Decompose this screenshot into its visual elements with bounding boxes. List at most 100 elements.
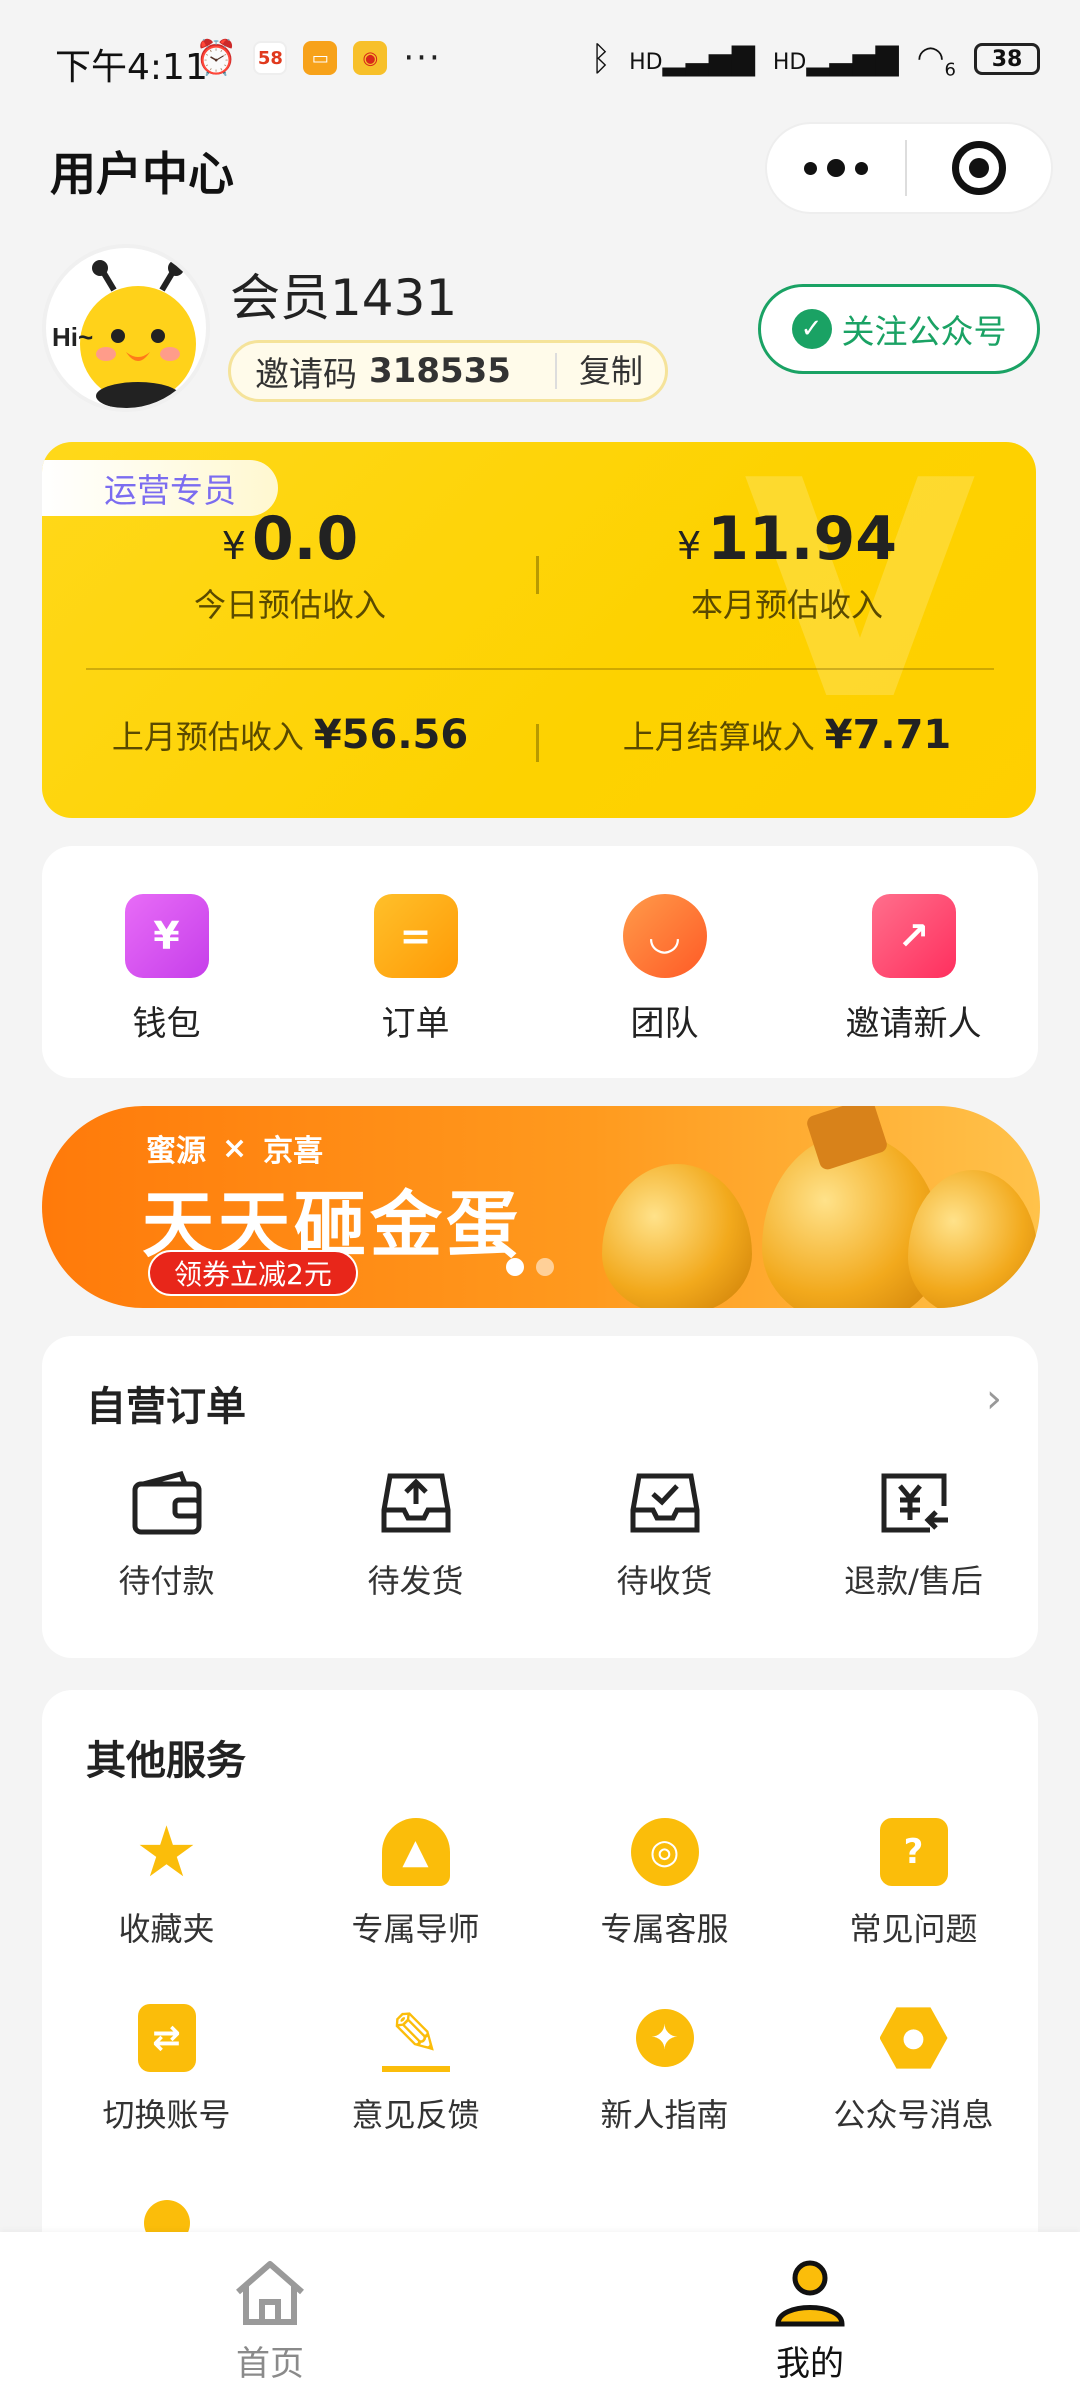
banner-pagination — [506, 1258, 554, 1276]
other-services-title: 其他服务 — [86, 1738, 246, 1784]
more-dot-icon — [855, 161, 869, 175]
headset-icon: ◎ — [630, 1818, 699, 1886]
follow-official-account-button[interactable]: ✓ 关注公众号 — [758, 284, 1040, 374]
golden-egg-icon — [602, 1164, 752, 1308]
question-icon: ? — [879, 1818, 948, 1886]
service-label: 意见反馈 — [351, 2096, 480, 2134]
service-mentor[interactable]: ▲ 专属导师 — [291, 1818, 540, 2004]
quick-action-orders[interactable]: = 订单 — [291, 846, 540, 1078]
pencil-icon: ✎ — [381, 2000, 450, 2072]
promo-banner[interactable]: 蜜源 × 京喜 天天砸金蛋 领券立减2元 — [42, 1106, 1040, 1308]
last-month-settled-label: 上月结算收入 — [622, 718, 815, 756]
tab-home[interactable]: 首页 — [0, 2232, 540, 2400]
avatar[interactable]: Hi~ — [42, 244, 210, 412]
earnings-divider-h — [86, 668, 994, 670]
home-icon — [236, 2261, 304, 2325]
order-icon: = — [373, 894, 458, 978]
message-app-icon: ▭ — [303, 41, 338, 75]
service-favorites[interactable]: ★ 收藏夹 — [42, 1811, 291, 2004]
last-month-settled[interactable]: 上月结算收入 ¥7.71 — [538, 712, 1036, 758]
team-icon: ◡ — [622, 894, 707, 978]
service-customer-support[interactable]: ◎ 专属客服 — [540, 1818, 789, 2004]
order-pending-shipment[interactable]: 待发货 — [291, 1470, 540, 1602]
last-month-settled-value: ¥7.71 — [824, 712, 952, 758]
last-month-estimated[interactable]: 上月预估收入 ¥56.56 — [42, 712, 538, 758]
pagination-dot[interactable] — [536, 1258, 554, 1276]
service-label: 新人指南 — [600, 2096, 729, 2134]
service-label: 专属导师 — [351, 1910, 480, 1948]
service-label: 收藏夹 — [118, 1910, 215, 1948]
battery-icon: 38 — [974, 43, 1040, 76]
service-feedback[interactable]: ✎ 意见反馈 — [291, 2000, 540, 2190]
status-right-icons: ᛒ HD▂▃▅▇ HD▂▃▅▇ ◠6 38 — [591, 38, 1040, 80]
quick-actions: ¥ 钱包 = 订单 ◡ 团队 ↗ 邀请新人 — [42, 846, 1038, 1078]
quick-action-label: 钱包 — [132, 1004, 201, 1044]
star-icon: ★ — [135, 1811, 198, 1893]
wifi-icon: ◠6 — [916, 38, 956, 81]
invite-code-label: 邀请码 — [255, 354, 357, 395]
wallet-icon: ¥ — [124, 894, 209, 978]
earnings-card: V 运营专员 ¥0.0 今日预估收入 ¥11.94 本月预估收入 上月预估收入 … — [42, 442, 1036, 818]
month-earnings[interactable]: ¥11.94 本月预估收入 — [538, 504, 1036, 626]
order-status-label: 退款/售后 — [844, 1562, 983, 1600]
signal-icon-1: HD▂▃▅▇ — [629, 41, 755, 77]
wallet-outline-icon — [132, 1471, 201, 1535]
tab-mine[interactable]: 我的 — [540, 2232, 1080, 2400]
username: 会员1431 — [230, 269, 458, 327]
svg-text:Hi~: Hi~ — [52, 322, 93, 352]
pagination-dot-active[interactable] — [506, 1258, 524, 1276]
switch-account-icon: ⇄ — [137, 2004, 196, 2072]
more-dot-icon — [827, 159, 846, 177]
status-time: 下午4:11 — [55, 47, 208, 88]
service-label: 公众号消息 — [833, 2096, 994, 2134]
quick-action-team[interactable]: ◡ 团队 — [540, 846, 789, 1078]
bottom-tab-bar: 首页 我的 — [0, 2232, 1080, 2400]
tab-home-label: 首页 — [236, 2344, 304, 2384]
alarm-icon: ⏰ — [195, 38, 238, 78]
service-newbie-guide[interactable]: ✦ 新人指南 — [540, 2004, 789, 2190]
quick-action-wallet[interactable]: ¥ 钱包 — [42, 846, 291, 1078]
quick-action-label: 邀请新人 — [845, 1004, 982, 1044]
chevron-right-icon[interactable]: › — [986, 1376, 1002, 1422]
order-refund[interactable]: 退款/售后 — [789, 1470, 1038, 1602]
self-orders-section: 自营订单 › 待付款 待发货 待收货 退款/售后 — [42, 1336, 1038, 1658]
month-earnings-value: ¥11.94 — [677, 504, 897, 574]
service-label: 切换账号 — [102, 2096, 231, 2134]
close-miniprogram-button[interactable] — [907, 141, 1051, 195]
service-faq[interactable]: ? 常见问题 — [789, 1818, 1038, 2004]
today-earnings-label: 今日预估收入 — [193, 586, 386, 624]
tab-mine-label: 我的 — [776, 2344, 844, 2384]
last-month-estimated-value: ¥56.56 — [313, 712, 469, 758]
copy-invite-code-button[interactable]: 复制 — [554, 353, 665, 389]
bee-avatar-icon: Hi~ — [52, 260, 196, 408]
more-dot-icon — [804, 161, 818, 175]
banner-coupon: 领券立减2元 — [148, 1250, 358, 1296]
service-switch-account[interactable]: ⇄ 切换账号 — [42, 2004, 291, 2190]
inbox-check-icon — [630, 1473, 699, 1533]
order-status-label: 待付款 — [118, 1562, 215, 1600]
service-official-account-messages[interactable]: ● 公众号消息 — [789, 2004, 1038, 2190]
refund-icon — [881, 1473, 948, 1533]
weibo-icon: ◉ — [353, 41, 388, 75]
status-bar: 下午4:11 ⏰ 58 ▭ ◉ ··· ᛒ HD▂▃▅▇ HD▂▃▅▇ ◠6 3… — [0, 0, 1080, 125]
signal-icon-2: HD▂▃▅▇ — [772, 41, 899, 77]
more-menu-button[interactable] — [767, 159, 905, 177]
order-pending-receipt[interactable]: 待收货 — [540, 1470, 789, 1602]
banner-brand-a: 蜜源 — [146, 1134, 206, 1169]
follow-official-account-label: 关注公众号 — [841, 312, 1007, 351]
more-notifications-icon: ··· — [403, 38, 442, 78]
today-earnings[interactable]: ¥0.0 今日预估收入 — [42, 504, 538, 626]
invite-code-pill: 邀请码 318535 复制 — [228, 340, 668, 402]
quick-action-invite[interactable]: ↗ 邀请新人 — [789, 846, 1038, 1078]
status-notification-icons: ⏰ 58 ▭ ◉ ··· — [195, 38, 442, 78]
invite-code-value: 318535 — [369, 351, 511, 391]
service-label: 常见问题 — [849, 1910, 978, 1948]
invite-icon: ↗ — [871, 894, 956, 978]
app-58-icon: 58 — [253, 41, 288, 75]
miniprogram-capsule — [765, 122, 1053, 214]
quick-action-label: 订单 — [381, 1004, 450, 1044]
order-pending-payment[interactable]: 待付款 — [42, 1470, 291, 1602]
banner-brand-x: × — [222, 1130, 248, 1166]
quick-action-label: 团队 — [630, 1004, 699, 1044]
order-status-label: 待发货 — [367, 1562, 464, 1600]
